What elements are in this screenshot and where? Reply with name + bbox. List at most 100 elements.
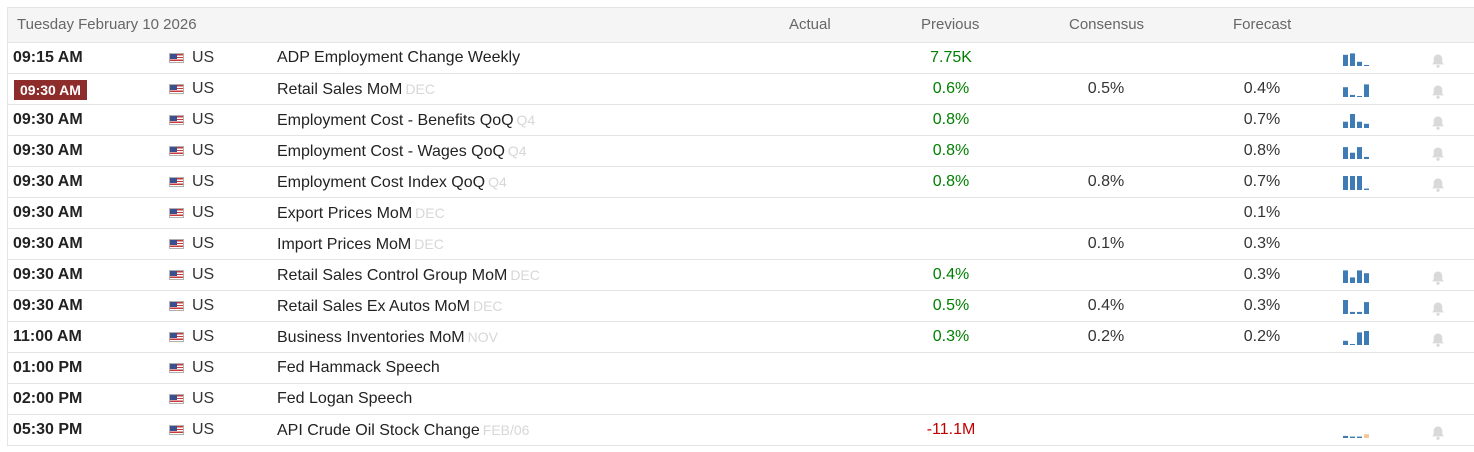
country-code: US [192, 390, 215, 407]
calendar-event-row[interactable]: 09:30 AM US Employment Cost - Wages QoQ Q4 0… [8, 136, 1474, 167]
event-name[interactable]: Fed Logan Speech [277, 390, 412, 407]
bell-alert-icon[interactable] [1431, 267, 1445, 285]
event-name[interactable]: Employment Cost - Benefits QoQ [277, 112, 514, 129]
event-name-link[interactable]: Fed Logan Speech [277, 384, 412, 414]
event-name[interactable]: Export Prices MoM [277, 205, 412, 222]
consensus-value: 0.4% [1087, 297, 1125, 314]
history-sparkline-chart[interactable] [1343, 51, 1371, 66]
calendar-event-row[interactable]: 09:30 AM US Retail Sales Ex Autos MoM DEC 0.… [8, 291, 1474, 322]
history-sparkline-chart[interactable] [1343, 268, 1371, 283]
bell-alert-icon[interactable] [1431, 422, 1445, 440]
event-time-highlighted: 09:30 AM [14, 80, 87, 100]
calendar-event-row[interactable]: 01:00 PM US Fed Hammack Speech [8, 353, 1474, 384]
sparkline-bar [1350, 114, 1355, 128]
column-header-actual[interactable]: Actual [789, 8, 831, 41]
event-name[interactable]: Retail Sales MoM [277, 81, 402, 98]
calendar-event-row[interactable]: 09:30 AM US Employment Cost Index QoQ Q4 0.8… [8, 167, 1474, 198]
bell-alert-icon[interactable] [1431, 298, 1445, 316]
previous-value: 7.75K [930, 49, 972, 66]
event-name[interactable]: Business Inventories MoM [277, 329, 465, 346]
bell-alert-icon[interactable] [1431, 81, 1445, 99]
event-reference-period: DEC [405, 81, 435, 97]
bell-alert-icon[interactable] [1431, 174, 1445, 192]
column-header-consensus[interactable]: Consensus [1069, 8, 1144, 41]
column-header-previous[interactable]: Previous [921, 8, 979, 41]
event-name-link[interactable]: API Crude Oil Stock Change FEB/06 [277, 415, 529, 446]
event-name[interactable]: Retail Sales Control Group MoM [277, 267, 507, 284]
previous-value: 0.8% [932, 142, 970, 159]
calendar-event-row[interactable]: 09:30 AM US Retail Sales MoM DEC 0.6% 0.5% 0.4… [8, 74, 1474, 105]
bell-alert-icon[interactable] [1431, 50, 1445, 68]
previous-value: 0.5% [932, 297, 970, 314]
bell-alert-icon[interactable] [1431, 112, 1445, 130]
us-flag-icon [169, 84, 184, 94]
consensus-value: 0.1% [1087, 235, 1125, 252]
sparkline-bar [1357, 332, 1362, 345]
event-name-link[interactable]: Fed Hammack Speech [277, 353, 440, 383]
event-name-link[interactable]: Export Prices MoM DEC [277, 198, 445, 229]
event-time: 09:30 AM [13, 173, 83, 190]
calendar-event-row[interactable]: 09:30 AM US Employment Cost - Benefits QoQ… [8, 105, 1474, 136]
history-sparkline-chart[interactable] [1343, 82, 1371, 97]
sparkline-bar [1350, 277, 1355, 283]
calendar-event-row[interactable]: 09:30 AM US Export Prices MoM DEC 0.1% [8, 198, 1474, 229]
history-sparkline-chart[interactable] [1343, 175, 1371, 190]
event-time: 09:15 AM [13, 49, 83, 66]
event-name-link[interactable]: Retail Sales Ex Autos MoM DEC [277, 291, 503, 322]
event-name-link[interactable]: Employment Cost - Wages QoQ Q4 [277, 136, 527, 167]
event-country: US [169, 353, 214, 383]
forecast-value: 0.3% [1243, 266, 1281, 283]
sparkline-bar [1357, 311, 1362, 314]
event-name-link[interactable]: Retail Sales Control Group MoM DEC [277, 260, 540, 291]
bell-alert-icon[interactable] [1431, 143, 1445, 161]
history-sparkline-chart[interactable] [1343, 113, 1371, 128]
calendar-event-row[interactable]: 05:30 PM US API Crude Oil Stock Change FEB/… [8, 415, 1474, 446]
event-country: US [169, 415, 214, 445]
bell-alert-icon[interactable] [1431, 329, 1445, 347]
previous-value: 0.3% [932, 328, 970, 345]
column-header-forecast[interactable]: Forecast [1233, 8, 1291, 41]
history-sparkline-chart[interactable] [1343, 423, 1371, 438]
sparkline-bar [1364, 273, 1369, 283]
event-country: US [169, 291, 214, 321]
history-sparkline-chart[interactable] [1343, 144, 1371, 159]
sparkline-bar [1350, 176, 1355, 190]
event-name-link[interactable]: Employment Cost - Benefits QoQ Q4 [277, 105, 535, 136]
sparkline-bar [1364, 331, 1369, 345]
event-reference-period: DEC [415, 205, 445, 221]
event-country: US [169, 260, 214, 290]
event-name[interactable]: API Crude Oil Stock Change [277, 422, 480, 439]
event-name[interactable]: Import Prices MoM [277, 236, 411, 253]
previous-value: 0.6% [932, 80, 970, 97]
previous-value: 0.8% [932, 111, 970, 128]
calendar-event-row[interactable]: 09:15 AM US ADP Employment Change Weekly 7.… [8, 43, 1474, 74]
history-sparkline-chart[interactable] [1343, 299, 1371, 314]
history-sparkline-chart[interactable] [1343, 330, 1371, 345]
calendar-event-row[interactable]: 02:00 PM US Fed Logan Speech [8, 384, 1474, 415]
country-code: US [192, 173, 215, 190]
event-name-link[interactable]: Retail Sales MoM DEC [277, 74, 435, 105]
sparkline-bar [1357, 61, 1362, 66]
country-code: US [192, 421, 215, 438]
sparkline-bar [1357, 176, 1362, 190]
event-name-link[interactable]: ADP Employment Change Weekly [277, 43, 520, 73]
calendar-event-row[interactable]: 09:30 AM US Retail Sales Control Group MoM… [8, 260, 1474, 291]
calendar-event-row[interactable]: 09:30 AM US Import Prices MoM DEC 0.1% 0.3% [8, 229, 1474, 260]
event-name-link[interactable]: Import Prices MoM DEC [277, 229, 444, 260]
calendar-event-row[interactable]: 11:00 AM US Business Inventories MoM NOV 0.3… [8, 322, 1474, 353]
event-name[interactable]: Employment Cost - Wages QoQ [277, 143, 505, 160]
event-name[interactable]: Fed Hammack Speech [277, 359, 440, 376]
event-name-link[interactable]: Employment Cost Index QoQ Q4 [277, 167, 507, 198]
event-name[interactable]: Employment Cost Index QoQ [277, 174, 485, 191]
event-name-link[interactable]: Business Inventories MoM NOV [277, 322, 498, 353]
sparkline-bar [1357, 96, 1362, 97]
event-name[interactable]: ADP Employment Change Weekly [277, 49, 520, 66]
economic-calendar-table: Tuesday February 10 2026 Actual Previous… [7, 7, 1474, 446]
us-flag-icon [169, 394, 184, 404]
us-flag-icon [169, 363, 184, 373]
event-time: 05:30 PM [13, 421, 83, 438]
calendar-date: Tuesday February 10 2026 [17, 16, 197, 33]
sparkline-bar [1343, 54, 1348, 66]
event-name[interactable]: Retail Sales Ex Autos MoM [277, 298, 470, 315]
sparkline-bar [1364, 156, 1369, 159]
